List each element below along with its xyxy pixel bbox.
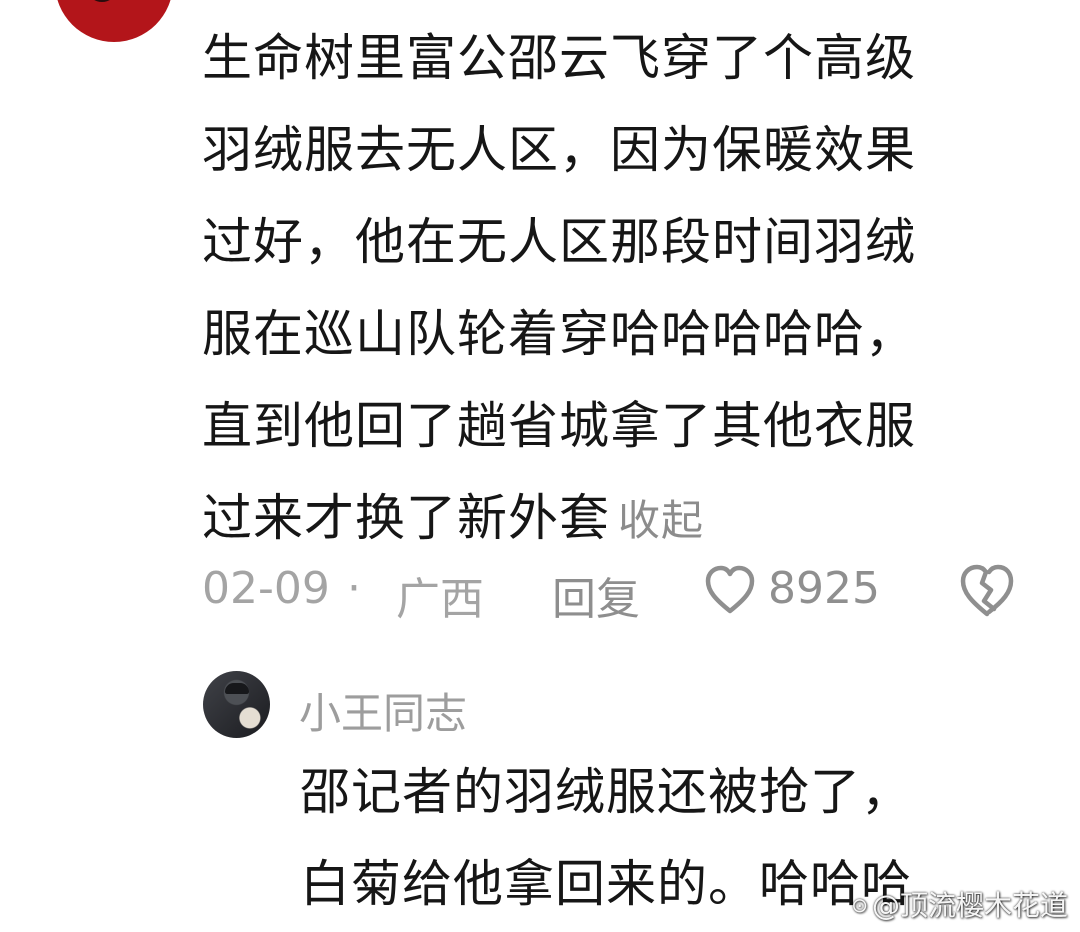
- reply-username[interactable]: 小王同志: [299, 680, 467, 741]
- reply-user-avatar[interactable]: [203, 671, 270, 738]
- meta-separator: ·: [347, 563, 361, 614]
- comment-body: 生命树里富公邵云飞穿了个高级 羽绒服去无人区，因为保暖效果 过好，他在无人区那段…: [202, 12, 1042, 567]
- comment-meta-row: 02-09 · 广西 回复 8925: [202, 555, 1042, 627]
- commenter-avatar[interactable]: [55, 0, 173, 42]
- comment-line-text: 过来才换了新外套: [202, 489, 610, 547]
- like-count: 8925: [768, 563, 880, 614]
- broken-heart-icon[interactable]: [958, 563, 1016, 619]
- watermark: ⊙ @顶流樱木花道: [851, 884, 1068, 924]
- collapse-button[interactable]: 收起: [618, 496, 704, 545]
- heart-outline-icon[interactable]: [703, 564, 757, 618]
- comment-line: 直到他回了趟省城拿了其他衣服: [202, 397, 916, 455]
- reply-line: 邵记者的羽绒服还被抢了，: [300, 763, 912, 821]
- watermark-text: @顶流樱木花道: [871, 889, 1068, 922]
- reply-button[interactable]: 回复: [552, 563, 640, 627]
- comment-line: 服在巡山队轮着穿哈哈哈哈哈，: [202, 305, 916, 363]
- weibo-logo-icon: ⊙: [851, 893, 868, 917]
- comment-date: 02-09: [202, 563, 330, 614]
- comment-line: 生命树里富公邵云飞穿了个高级: [202, 29, 916, 87]
- comment-line-final: 过来才换了新外套 收起: [202, 472, 1042, 567]
- comment-location: 广西: [396, 574, 484, 625]
- comment-line: 过好，他在无人区那段时间羽绒: [202, 213, 916, 271]
- comment-line: 羽绒服去无人区，因为保暖效果: [202, 121, 916, 179]
